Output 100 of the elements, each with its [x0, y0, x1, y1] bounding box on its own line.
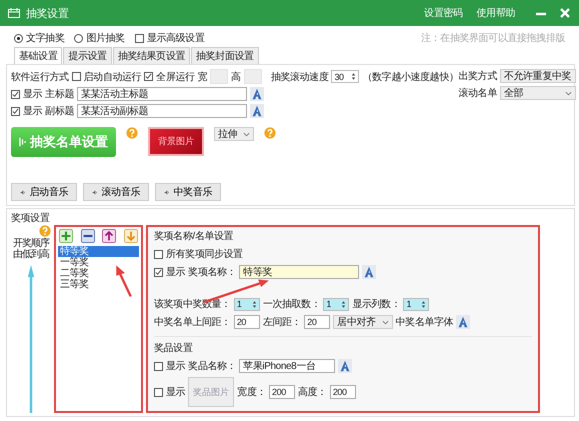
window-title: 抽奖设置 — [26, 6, 68, 20]
width-field[interactable] — [210, 69, 228, 84]
radio-label: 文字抽奖 — [26, 32, 64, 45]
prize-list-item[interactable]: 二等奖 — [58, 268, 139, 279]
checkbox[interactable] — [11, 90, 20, 98]
font-icon[interactable] — [250, 87, 264, 101]
header-link[interactable]: 设置密码 — [424, 6, 463, 20]
field-label: 出奖方式 — [458, 70, 497, 83]
prize-list-item[interactable]: 一等奖 — [58, 257, 139, 268]
field-label: 奖品名称： — [188, 360, 236, 373]
tab[interactable]: 提示设置 — [63, 47, 112, 64]
checkbox-label: 显示 — [23, 88, 42, 101]
checkbox[interactable] — [154, 268, 163, 276]
font-icon[interactable] — [362, 265, 376, 279]
annotation-arrow — [116, 265, 132, 297]
remove-icon[interactable] — [80, 229, 95, 243]
field-label: 中奖名单字体 — [396, 316, 454, 329]
field-label: 抽奖滚动速度 — [270, 70, 328, 84]
radio-button[interactable] — [74, 34, 84, 42]
checkbox-label: 显示 — [23, 105, 42, 118]
checkbox-label: 显示 — [166, 360, 186, 373]
calendar-icon — [8, 8, 20, 18]
number-spinner[interactable]: 1 — [403, 298, 430, 310]
section-title: 奖项名称/名单设置 — [154, 230, 234, 243]
field-label: 主标题 — [45, 88, 74, 101]
section-title: 奖项设置 — [11, 212, 50, 225]
field-label: 宽 — [198, 70, 208, 84]
width-field[interactable]: 200 — [269, 385, 296, 399]
checkbox-label: 所有奖项同步设置 — [166, 248, 243, 261]
tab[interactable]: 抽奖结果页设置 — [112, 47, 190, 64]
spinner-arrows-icon[interactable] — [341, 300, 346, 308]
left-spacing-field[interactable]: 20 — [304, 315, 330, 329]
add-icon[interactable] — [59, 229, 73, 243]
music-button[interactable]: 启动音乐 — [11, 183, 77, 201]
up-arrow-icon[interactable] — [102, 229, 116, 243]
down-arrow-icon[interactable] — [124, 229, 138, 243]
speaker-icon[interactable] — [164, 188, 170, 196]
tab[interactable]: 抽奖封面设置 — [191, 47, 259, 64]
field-label: 奖项名称： — [188, 266, 236, 279]
font-icon[interactable] — [456, 315, 470, 329]
field-label: 左间距： — [262, 316, 302, 329]
speed-spinner[interactable]: 30 — [331, 70, 360, 83]
checkbox-label: 显示 — [166, 386, 186, 399]
checkbox[interactable] — [154, 388, 163, 396]
hint-text: （数字越小速度越快） — [362, 70, 458, 84]
gift-name-field[interactable]: 苹果iPhone8一台 — [239, 359, 336, 373]
font-icon[interactable] — [338, 359, 352, 373]
spinner-arrows-icon[interactable] — [252, 300, 257, 308]
checkbox[interactable] — [154, 362, 163, 370]
checkbox[interactable] — [134, 34, 144, 42]
caret-icon[interactable] — [243, 132, 250, 136]
field-label: 一次抽取数： — [262, 298, 320, 311]
checkbox-label: 显示高级设置 — [146, 32, 204, 45]
tab[interactable]: 基础设置 — [14, 47, 62, 64]
music-button[interactable]: 中奖音乐 — [155, 183, 221, 201]
caret-icon[interactable] — [382, 320, 389, 324]
hint-text: 注：在抽奖界面可以直接拖拽排版 — [420, 32, 565, 45]
title-field[interactable]: 某某活动副标题 — [77, 104, 248, 118]
spinner-arrows-icon[interactable] — [421, 300, 426, 308]
checkbox-label: 显示 — [166, 266, 186, 279]
font-icon[interactable] — [250, 104, 264, 118]
prize-list-item[interactable]: 三等奖 — [58, 279, 139, 290]
field-label: 显示列数： — [352, 298, 400, 311]
field-label: 高 — [231, 70, 241, 84]
caret-icon[interactable] — [564, 90, 572, 96]
section-title: 奖品设置 — [154, 342, 192, 355]
background-image-button[interactable]: 背景图片 — [148, 127, 204, 156]
height-field[interactable]: 200 — [330, 385, 356, 399]
alignment-dropdown[interactable]: 居中对齐 — [333, 315, 393, 329]
field-label: 中奖名单上间距： — [154, 316, 231, 329]
prize-name-field[interactable]: 特等奖 — [239, 265, 360, 279]
field-label: 副标题 — [45, 104, 74, 118]
checkbox-label: 启动自动运行 — [84, 70, 142, 84]
speaker-icon[interactable] — [92, 188, 98, 196]
number-spinner[interactable]: 1 — [323, 298, 350, 310]
checkbox[interactable] — [154, 250, 163, 258]
speaker-icon[interactable] — [20, 188, 26, 196]
checkbox-label: 全屏运行 — [156, 70, 195, 84]
field-label: 高度： — [298, 386, 327, 399]
field-label: 宽度： — [237, 386, 266, 399]
radio-label: 图片抽奖 — [86, 32, 125, 45]
prize-list-item[interactable]: 特等奖 — [58, 246, 139, 257]
field-label: 滚动名单 — [458, 86, 497, 100]
spinner-arrows-icon[interactable] — [351, 72, 356, 81]
scroll-list-dropdown[interactable]: 全部 — [500, 86, 576, 100]
height-field[interactable] — [244, 69, 262, 84]
music-button[interactable]: 滚动音乐 — [83, 183, 149, 201]
checkbox[interactable] — [11, 106, 20, 116]
field-label: 软件运行方式 — [11, 70, 69, 84]
number-spinner[interactable]: 1 — [234, 298, 260, 310]
stretch-dropdown[interactable]: 拉伸 — [214, 127, 254, 141]
radio-button[interactable] — [14, 34, 23, 42]
close-icon[interactable] — [559, 7, 571, 19]
draw-mode-dropdown[interactable]: 不允许重复中奖 — [500, 69, 576, 83]
title-field[interactable]: 某某活动主标题 — [77, 87, 248, 101]
checkbox[interactable] — [144, 72, 154, 81]
header-link[interactable]: 使用帮助 — [476, 6, 515, 20]
top-spacing-field[interactable]: 20 — [234, 315, 260, 329]
order-label: 开奖顺序由低到高 — [12, 239, 50, 260]
checkbox[interactable] — [72, 72, 81, 81]
